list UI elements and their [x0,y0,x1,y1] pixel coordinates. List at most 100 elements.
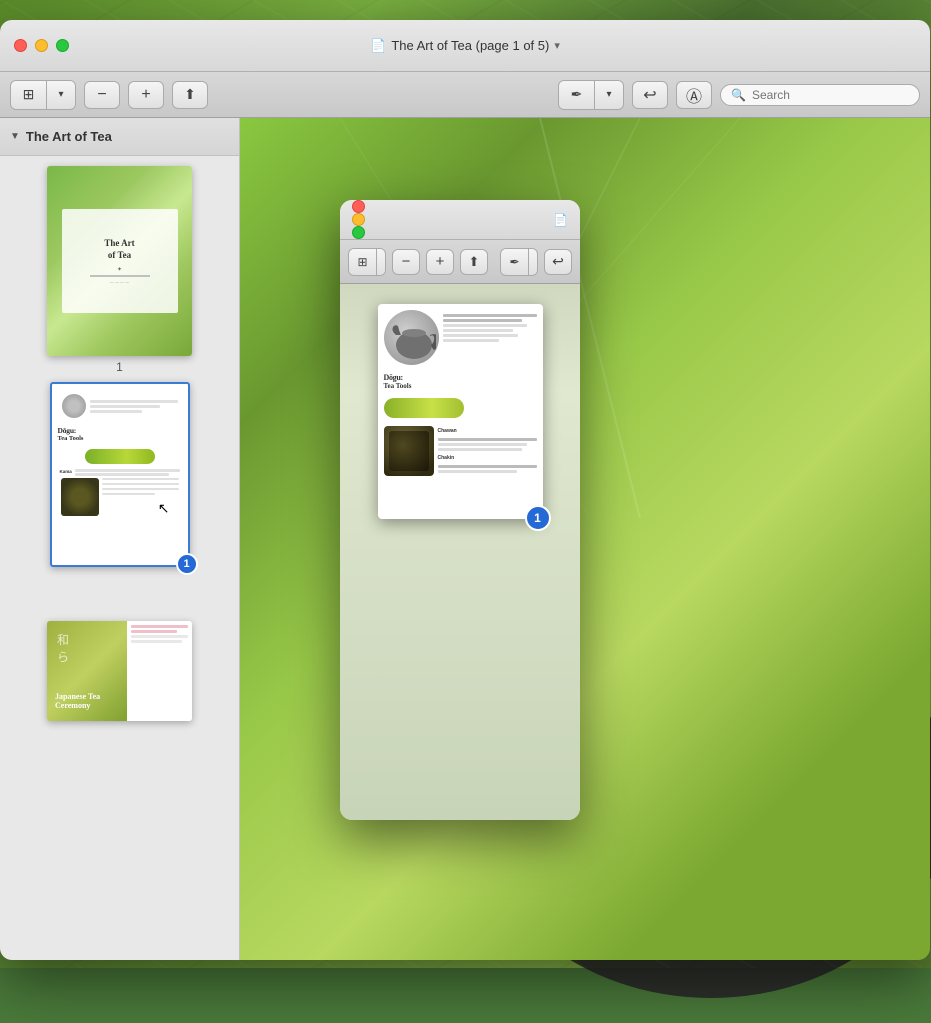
inner-chakin-label: Chakin [438,455,537,461]
window-title-text: The Art of Tea (page 1 of 5) [391,38,549,53]
thumb2-section-label: Kama [60,469,72,474]
second-fullscreen-button[interactable] [352,226,365,239]
sidebar-collapse-icon[interactable]: ▼ [10,131,20,142]
pen-chevron-icon: ▾ [606,89,611,100]
markup-button[interactable]: Ⓐ [676,81,712,109]
second-zoom-out-icon: − [402,253,411,270]
second-traffic-lights [352,200,365,239]
inner-line-4 [443,329,514,332]
zoom-in-icon: + [141,86,150,104]
page-2-thumbnail[interactable]: Dōgu: Tea Tools Kama [50,382,190,567]
second-sidebar-dropdown[interactable]: ▾ [377,249,386,275]
second-zoom-in[interactable]: + [426,249,454,275]
rotate-button[interactable]: ↩ [632,81,668,109]
inner-bline-3 [438,448,522,451]
thumb2-col-line-2 [102,483,179,485]
inner-dogu-subtitle: Tea Tools [384,382,537,390]
cover-author-text: — — — — [110,279,129,284]
main-titlebar: 📄 The Art of Tea (page 1 of 5) ▾ [0,20,930,72]
thumb2-dogu-subtitle: Tea Tools [58,435,182,442]
thumb2-text-line-3 [90,410,143,413]
page-1-cover: The Artof Tea ✦ — — — — [62,209,178,314]
inner-line-5 [443,334,518,337]
close-button[interactable] [14,39,27,52]
thumb2-text-column [102,478,179,516]
cover-line [90,275,150,277]
second-inner-thumbnail[interactable]: Dōgu: Tea Tools Chawan Chakin [378,304,543,519]
share-button[interactable]: ⬆ [172,81,208,109]
inner-line-2 [443,319,523,322]
thumbnail-page-2[interactable]: Dōgu: Tea Tools Kama [50,382,190,567]
thumb2-teapot-icon [62,394,86,418]
second-doc-icon: 📄 [553,213,568,227]
sidebar-title: The Art of Tea [26,129,112,144]
search-icon: 🔍 [731,88,746,102]
pen-icon: ✒ [571,86,583,103]
japanese-tea-bg: Japanese TeaCeremony 和ら [47,621,192,721]
zoom-out-button[interactable]: − [84,81,120,109]
thumb2-text-line-2 [90,405,160,408]
thumb2-detail-rows: Kama [58,467,182,478]
thumb2-body [58,478,182,516]
page-2-badge: 1 [176,553,198,575]
second-share-icon: ⬆ [469,254,480,270]
thumb2-section-line-2 [75,473,169,476]
fullscreen-button[interactable] [56,39,69,52]
markup-icon: Ⓐ [686,83,702,107]
page-1-label: 1 [116,360,123,374]
search-box[interactable]: 🔍 [720,84,920,106]
second-minimize-button[interactable] [352,213,365,226]
sidebar-dropdown-button[interactable]: ▾ [47,81,75,109]
inner-bottom-text: Chawan Chakin [438,426,537,476]
thumbnail-list: The Artof Tea ✦ — — — — 1 [0,156,239,731]
japanese-tea-left: Japanese TeaCeremony 和ら [47,621,127,721]
sidebar-header: ▼ The Art of Tea [0,118,239,156]
inner-bottom-content: Chawan Chakin [384,426,537,476]
second-sidebar-toggle[interactable]: ⊞ [349,249,377,275]
zoom-in-button[interactable]: + [128,81,164,109]
second-title-doc-icon: 📄 [553,213,568,227]
thumbnail-page-3[interactable]: Japanese TeaCeremony 和ら [47,621,192,721]
second-pen-dropdown[interactable]: ▾ [529,249,538,275]
main-toolbar: ⊞ ▾ − + ⬆ ✒ ▾ ↩ [0,72,930,118]
second-pen-button[interactable]: ✒ [501,249,529,275]
inner-spoon [384,398,464,418]
second-pen-group: ✒ ▾ [500,248,538,276]
second-share[interactable]: ⬆ [460,249,488,275]
jt-line-1 [131,625,188,628]
sidebar-toggle-group: ⊞ ▾ [10,80,76,110]
inner-line-6 [443,339,499,342]
japanese-tea-right [127,621,192,721]
second-zoom-out[interactable]: − [392,249,420,275]
search-input[interactable] [752,88,909,102]
thumb2-col-line-1 [102,478,179,480]
thumb2-dogu-title: Dōgu: [58,426,182,435]
traffic-lights [14,39,69,52]
page-1-thumbnail[interactable]: The Artof Tea ✦ — — — — [47,166,192,356]
minimize-button[interactable] [35,39,48,52]
thumbnail-page-1[interactable]: The Artof Tea ✦ — — — — 1 [47,166,192,374]
inner-dogu-title-area: Dōgu: Tea Tools [384,369,537,394]
title-dropdown-arrow[interactable]: ▾ [554,39,560,52]
second-zoom-in-icon: + [436,253,445,270]
pen-dropdown-button[interactable]: ▾ [595,81,623,109]
inner-jar-image [384,426,434,476]
inner-bline-2 [438,443,527,446]
second-content: Dōgu: Tea Tools Chawan Chakin [340,284,580,820]
second-titlebar: 📄 [340,200,580,240]
sidebar-toggle-button[interactable]: ⊞ [11,81,47,109]
rotate-icon: ↩ [643,85,656,105]
second-close-button[interactable] [352,200,365,213]
thumb2-text-block [90,400,178,413]
thumb2-header [58,390,182,422]
inner-cline-1 [438,465,537,468]
pen-button[interactable]: ✒ [559,81,595,109]
inner-bline-1 [438,438,537,441]
window-title: 📄 The Art of Tea (page 1 of 5) ▾ [370,38,560,54]
cover-subtitle-text: ✦ [117,266,122,273]
inner-cline-2 [438,470,517,473]
page-3-thumbnail[interactable]: Japanese TeaCeremony 和ら [47,621,192,721]
second-rotate[interactable]: ↩ [544,249,572,275]
second-page-badge: 1 [525,505,551,531]
inner-line-3 [443,324,528,327]
